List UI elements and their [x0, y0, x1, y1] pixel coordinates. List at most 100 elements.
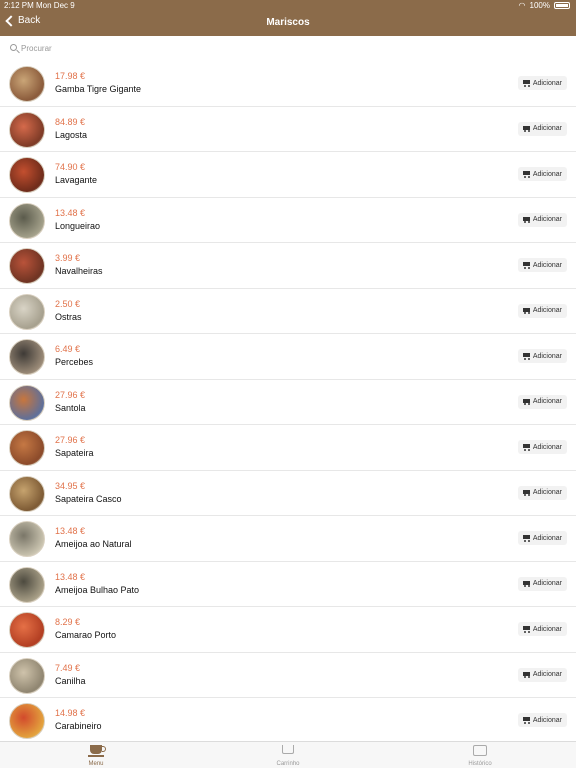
tab-bar: Menu Carrinho Histórico	[0, 741, 576, 768]
item-name: Ameijoa ao Natural	[55, 539, 132, 549]
add-button[interactable]: Adicionar	[517, 667, 567, 682]
list-item[interactable]: 84.89 € Lagosta Adicionar	[0, 107, 576, 152]
nav-bar: Back Mariscos	[0, 11, 576, 36]
list-item[interactable]: 14.98 € Carabineiro Adicionar	[0, 698, 576, 741]
add-button-label: Adicionar	[532, 307, 562, 314]
item-name: Longueirao	[55, 220, 101, 231]
dish-photo	[9, 157, 45, 193]
add-button-label: Adicionar	[532, 625, 562, 633]
dish-photo	[9, 384, 45, 421]
add-button-label: Adicionar	[532, 170, 562, 178]
add-button-label: Adicionar	[532, 671, 562, 678]
add-button[interactable]: Adicionar	[517, 258, 567, 272]
cart-icon	[522, 444, 530, 451]
add-button-label: Adicionar	[532, 534, 562, 542]
list-item[interactable]: 7.49 € Canilha Adicionar	[0, 653, 576, 698]
battery-icon	[554, 2, 570, 9]
status-date: Mon Dec 9	[36, 1, 75, 10]
dish-photo	[9, 657, 45, 694]
add-button[interactable]: Adicionar	[517, 576, 567, 591]
battery-percent: 100%	[529, 1, 550, 10]
item-price: 34.95 €	[55, 480, 86, 491]
dish-photo	[9, 521, 45, 557]
cart-icon	[522, 125, 530, 132]
list-item[interactable]: 34.95 € Sapateira Casco Adicionar	[0, 471, 576, 516]
item-price: 6.49 €	[55, 344, 81, 354]
status-time: 2:12 PM	[4, 1, 34, 10]
add-button[interactable]: Adicionar	[517, 303, 567, 318]
list-item[interactable]: 13.48 € Longueirao Adicionar	[0, 198, 576, 243]
dish-photo	[9, 293, 45, 330]
tab-menu[interactable]: Menu	[0, 742, 192, 768]
cart-icon	[522, 489, 530, 496]
cart-icon	[522, 535, 530, 542]
cart-icon	[282, 745, 294, 754]
cart-icon	[522, 398, 530, 405]
list-item[interactable]: 27.96 € Santola Adicionar	[0, 380, 576, 425]
item-price: 84.89 €	[55, 116, 86, 127]
coffee-cup-icon	[88, 745, 106, 757]
search-input[interactable]	[21, 41, 561, 56]
cart-icon	[522, 171, 530, 178]
tab-historico[interactable]: Histórico	[384, 742, 576, 768]
tab-historico-label: Histórico	[468, 761, 492, 767]
list-item[interactable]: 27.96 € Sapateira Adicionar	[0, 425, 576, 471]
page-title: Mariscos	[266, 17, 310, 28]
item-name: Ostras	[55, 311, 82, 322]
item-name: Santola	[55, 402, 86, 413]
list-item[interactable]: 13.48 € Ameijoa Bulhao Pato Adicionar	[0, 562, 576, 607]
add-button[interactable]: Adicionar	[517, 121, 567, 136]
dish-photo	[9, 566, 45, 603]
item-name: Lagosta	[55, 129, 88, 140]
list-item[interactable]: 13.48 € Ameijoa ao Natural Adicionar	[0, 516, 576, 562]
list-item[interactable]: 2.50 € Ostras Adicionar	[0, 289, 576, 334]
dish-photo	[9, 66, 45, 102]
add-button-label: Adicionar	[532, 261, 562, 269]
dish-photo	[9, 111, 45, 148]
dish-photo	[9, 339, 45, 375]
add-button[interactable]: Adicionar	[517, 212, 567, 227]
add-button-label: Adicionar	[532, 398, 562, 405]
add-button[interactable]: Adicionar	[517, 349, 567, 363]
add-button-label: Adicionar	[532, 216, 562, 223]
item-price: 7.49 €	[55, 662, 81, 673]
list-item[interactable]: 8.29 € Camarao Porto Adicionar	[0, 607, 576, 653]
dish-photo	[9, 475, 45, 512]
add-button-label: Adicionar	[532, 79, 562, 87]
dish-photo	[9, 430, 45, 466]
list-item[interactable]: 17.98 € Gamba Tigre Gigante Adicionar	[0, 61, 576, 107]
item-price: 14.98 €	[55, 708, 86, 718]
cart-icon	[522, 216, 530, 223]
list-item[interactable]: 3.99 € Navalheiras Adicionar	[0, 243, 576, 289]
item-name: Camarao Porto	[55, 630, 117, 640]
list-item[interactable]: 6.49 € Percebes Adicionar	[0, 334, 576, 380]
item-price: 74.90 €	[55, 162, 86, 172]
search-icon	[10, 44, 17, 51]
tab-carrinho[interactable]: Carrinho	[192, 742, 384, 768]
add-button[interactable]: Adicionar	[517, 167, 567, 181]
item-price: 17.98 €	[55, 71, 86, 81]
item-price: 3.99 €	[55, 253, 81, 263]
add-button[interactable]: Adicionar	[517, 394, 567, 409]
add-button[interactable]: Adicionar	[517, 485, 567, 500]
add-button-label: Adicionar	[532, 352, 562, 360]
status-bar: 2:12 PM Mon Dec 9 ◠ 100%	[0, 0, 576, 11]
item-list: 17.98 € Gamba Tigre Gigante Adicionar 84.89…	[0, 61, 576, 741]
item-name: Sapateira Casco	[55, 493, 122, 504]
add-button[interactable]: Adicionar	[517, 440, 567, 454]
cart-icon	[522, 671, 530, 678]
cart-icon	[522, 80, 530, 87]
item-price: 2.50 €	[55, 298, 81, 309]
item-name: Gamba Tigre Gigante	[55, 84, 142, 94]
add-button[interactable]: Adicionar	[517, 76, 567, 90]
add-button[interactable]: Adicionar	[517, 531, 567, 545]
dish-photo	[9, 612, 45, 648]
list-item[interactable]: 74.90 € Lavagante Adicionar	[0, 152, 576, 198]
item-name: Percebes	[55, 357, 94, 367]
item-price: 27.96 €	[55, 435, 86, 445]
item-name: Ameijoa Bulhao Pato	[55, 584, 140, 595]
add-button[interactable]: Adicionar	[517, 713, 567, 727]
add-button[interactable]: Adicionar	[517, 622, 567, 636]
cart-icon	[522, 626, 530, 633]
add-button-label: Adicionar	[532, 443, 562, 451]
